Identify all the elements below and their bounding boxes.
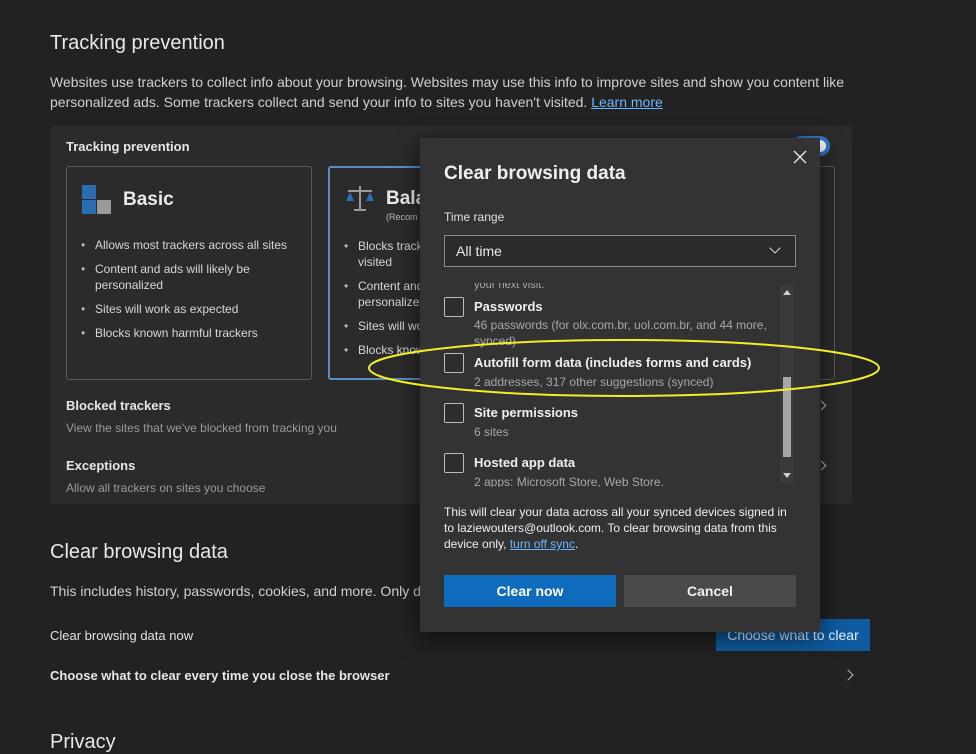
blocked-trackers-sub: View the sites that we've blocked from t…: [66, 421, 337, 435]
sync-note-end: .: [574, 537, 579, 551]
sync-note-text: This will clear your data across all you…: [444, 505, 787, 551]
cancel-button[interactable]: Cancel: [624, 575, 796, 607]
tracking-card-title: Tracking prevention: [66, 139, 190, 154]
clear-browsing-now-label: Clear browsing data now: [50, 628, 194, 643]
clear-browsing-data-heading: Clear browsing data: [50, 541, 228, 563]
option-sub: 2 apps: Microsoft Store, Web Store.: [474, 475, 664, 487]
time-range-label: Time range: [444, 210, 505, 224]
chevron-right-icon[interactable]: [842, 669, 854, 681]
scroll-down-icon[interactable]: [783, 473, 791, 478]
close-icon[interactable]: [793, 150, 807, 164]
privacy-heading: Privacy: [50, 731, 116, 753]
turn-off-sync-link[interactable]: turn off sync: [510, 537, 575, 551]
clear-now-button[interactable]: Clear now: [444, 575, 616, 607]
scale-icon: [344, 184, 376, 214]
highlight-ellipse: [368, 339, 880, 397]
clear-browsing-desc: This includes history, passwords, cookie…: [50, 583, 429, 599]
option-sub: 6 sites: [474, 425, 509, 439]
time-range-value: All time: [456, 243, 502, 259]
chevron-down-icon: [769, 242, 781, 254]
sync-note: This will clear your data across all you…: [444, 504, 796, 552]
exceptions-title[interactable]: Exceptions: [66, 458, 135, 473]
option-title: Passwords: [474, 299, 543, 314]
checkbox-hosted-app-data[interactable]: [444, 453, 464, 473]
balanced-subtitle: (Recom: [386, 212, 418, 222]
dialog-title: Clear browsing data: [444, 163, 626, 184]
clear-on-close-label[interactable]: Choose what to clear every time you clos…: [50, 668, 390, 683]
basic-icon: [82, 185, 112, 215]
tracking-desc-line2: personalized ads. Some trackers collect …: [50, 94, 588, 110]
exceptions-sub: Allow all trackers on sites you choose: [66, 481, 266, 495]
basic-bullet: Content and ads will likely be personali…: [81, 261, 301, 293]
partial-item-text: your next visit.: [474, 283, 545, 291]
tracking-description: Websites use trackers to collect info ab…: [50, 72, 930, 112]
tracking-desc-line1: Websites use trackers to collect info ab…: [50, 74, 844, 90]
tracking-option-basic[interactable]: Basic Allows most trackers across all si…: [66, 166, 312, 380]
learn-more-link[interactable]: Learn more: [591, 94, 663, 110]
checkbox-passwords[interactable]: [444, 297, 464, 317]
tracking-prevention-heading: Tracking prevention: [50, 32, 225, 54]
time-range-select[interactable]: All time: [444, 235, 796, 267]
basic-title: Basic: [123, 189, 174, 210]
basic-bullet: Blocks known harmful trackers: [81, 325, 301, 341]
option-title: Hosted app data: [474, 455, 576, 470]
scroll-up-icon[interactable]: [783, 290, 791, 295]
blocked-trackers-title[interactable]: Blocked trackers: [66, 398, 171, 413]
basic-bullet: Sites will work as expected: [81, 301, 301, 317]
basic-bullet: Allows most trackers across all sites: [81, 237, 301, 253]
